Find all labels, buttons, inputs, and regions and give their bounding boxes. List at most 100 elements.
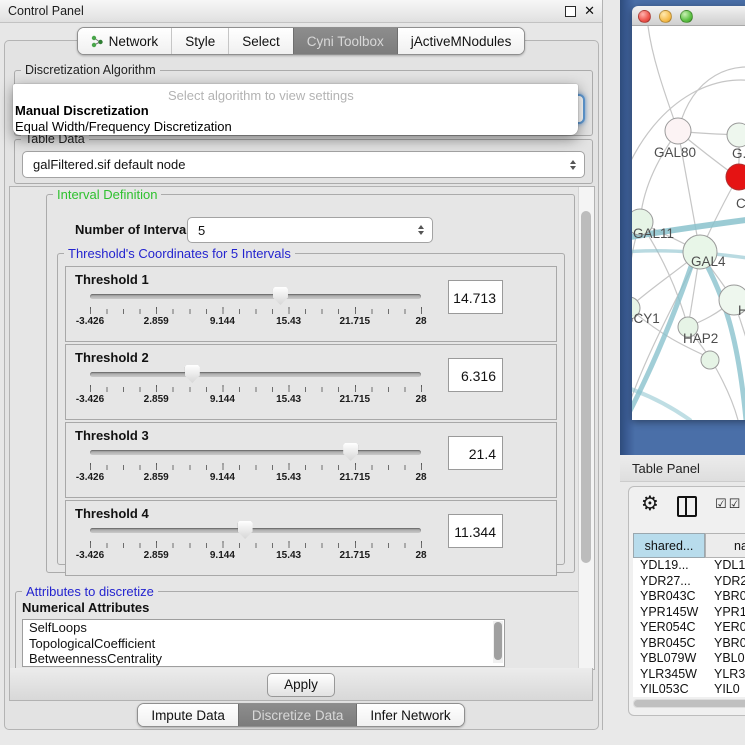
cell[interactable]: YER054C	[633, 620, 705, 636]
cell[interactable]: YDR2	[705, 574, 745, 590]
table-toolbar: ⚙ ☑☑	[629, 487, 745, 525]
column-header-name[interactable]: na	[705, 533, 745, 558]
control-panel-window: Control Panel ✕ Network Style Select Cyn…	[0, 0, 603, 730]
tab-cyni-toolbox[interactable]: Cyni Toolbox	[293, 28, 397, 54]
list-item[interactable]: SelfLoops	[29, 620, 504, 636]
slider-track[interactable]	[90, 450, 421, 455]
panel-title: Control Panel	[8, 4, 84, 18]
table-row[interactable]: YLR345WYLR3	[633, 667, 745, 683]
cell[interactable]: YBR0	[705, 636, 745, 652]
dropdown-item-equal-width[interactable]: Equal Width/Frequency Discretization	[15, 119, 232, 134]
threshold-value-field[interactable]: 14.713	[448, 280, 503, 314]
tab-select[interactable]: Select	[228, 28, 293, 54]
network-window-titlebar[interactable]	[632, 6, 745, 26]
scrollbar-thumb[interactable]	[581, 211, 591, 563]
settings-vertical-scrollbar[interactable]	[578, 187, 594, 669]
tab-discretize-data[interactable]: Discretize Data	[238, 704, 357, 726]
tick-label: 9.144	[210, 472, 235, 483]
cell[interactable]: YLR3	[705, 667, 745, 683]
threshold-value-field[interactable]: 21.4	[448, 436, 503, 470]
cell[interactable]: YIL053C	[633, 682, 705, 697]
number-of-intervals-combobox[interactable]: 5	[187, 217, 433, 243]
tab-network[interactable]: Network	[78, 28, 172, 54]
tick-label: -3.426	[76, 394, 104, 405]
tab-jactivemnodules[interactable]: jActiveMNodules	[397, 28, 525, 54]
list-item[interactable]: TopologicalCoefficient	[29, 636, 504, 652]
tick-label: 2.859	[144, 394, 169, 405]
threshold-slider[interactable]: -3.426 2.859 9.144 15.43 21.715 28	[90, 289, 421, 337]
slider-thumb[interactable]	[238, 521, 253, 539]
threshold-slider[interactable]: -3.426 2.859 9.144 15.43 21.715 28	[90, 523, 421, 571]
cell[interactable]: YER0	[705, 620, 745, 636]
threshold-slider[interactable]: -3.426 2.859 9.144 15.43 21.715 28	[90, 367, 421, 415]
threshold-slider[interactable]: -3.426 2.859 9.144 15.43 21.715 28	[90, 445, 421, 493]
group-title: Attributes to discretize	[22, 584, 158, 599]
threshold-card: Threshold 2 -3.426 2.859 9.144 15.43	[65, 344, 557, 420]
network-window: GAL80 G. C GAL11 GAL4 GCY1 H HAP2	[632, 6, 745, 420]
table-row[interactable]: YBL079WYBL0	[633, 651, 745, 667]
table-row[interactable]: YER054CYER0	[633, 620, 745, 636]
numerical-attributes-list[interactable]: SelfLoops TopologicalCoefficient Between…	[22, 619, 505, 667]
zoom-traffic-light-icon[interactable]	[680, 10, 693, 23]
table-row[interactable]: YDR27...YDR2	[633, 574, 745, 590]
slider-thumb[interactable]	[273, 287, 288, 305]
tick-label: -3.426	[76, 316, 104, 327]
threshold-value-field[interactable]: 6.316	[448, 358, 503, 392]
gear-icon[interactable]: ⚙	[641, 491, 659, 516]
tab-label: jActiveMNodules	[411, 34, 512, 49]
cell[interactable]: YPR1	[705, 605, 745, 621]
table-panel-header[interactable]: Table Panel	[620, 455, 745, 482]
table-row[interactable]: YBR045CYBR0	[633, 636, 745, 652]
cell[interactable]: YDL19...	[633, 558, 705, 574]
select-columns-checkbox-icons[interactable]: ☑☑	[715, 496, 742, 512]
slider-track[interactable]	[90, 294, 421, 299]
control-panel-titlebar[interactable]: Control Panel ✕	[0, 0, 602, 23]
table-horizontal-scrollbar[interactable]	[633, 699, 745, 708]
dropdown-item-manual-discretization[interactable]: Manual Discretization	[15, 103, 149, 118]
cell[interactable]: YBL0	[705, 651, 745, 667]
tab-impute-data[interactable]: Impute Data	[138, 704, 238, 726]
cell[interactable]: YPR145W	[633, 605, 705, 621]
footer-bar: Apply	[9, 668, 593, 701]
table-rows: YDL19...YDL1 YDR27...YDR2 YBR043CYBR0 YP…	[633, 558, 745, 697]
column-header-shared-name[interactable]: shared...	[633, 533, 705, 558]
float-window-icon[interactable]	[565, 6, 576, 17]
network-canvas[interactable]: GAL80 G. C GAL11 GAL4 GCY1 H HAP2	[632, 26, 745, 420]
tick-label: 28	[415, 550, 426, 561]
cell[interactable]: YBL079W	[633, 651, 705, 667]
table-row[interactable]: YPR145WYPR1	[633, 605, 745, 621]
scrollbar-thumb[interactable]	[494, 622, 502, 660]
cell[interactable]: YLR345W	[633, 667, 705, 683]
tick-label: -3.426	[76, 550, 104, 561]
slider-track[interactable]	[90, 528, 421, 533]
slider-ticks	[90, 543, 422, 548]
table-row[interactable]: YBR043CYBR0	[633, 589, 745, 605]
cell[interactable]: YDL1	[705, 558, 745, 574]
list-scrollbar[interactable]	[493, 621, 503, 663]
table-row[interactable]: YIL053CYIL0	[633, 682, 745, 697]
minimize-traffic-light-icon[interactable]	[659, 10, 672, 23]
cell[interactable]: YBR045C	[633, 636, 705, 652]
cell[interactable]: YDR27...	[633, 574, 705, 590]
cell[interactable]: YBR0	[705, 589, 745, 605]
tab-style[interactable]: Style	[171, 28, 228, 54]
chevron-down-icon	[570, 166, 576, 170]
network-graph: GAL80 G. C GAL11 GAL4 GCY1 H HAP2	[632, 26, 745, 420]
slider-thumb[interactable]	[343, 443, 358, 461]
table-panel: Table Panel ⚙ ☑☑ shared... na YDL19...YD…	[620, 455, 745, 745]
close-traffic-light-icon[interactable]	[638, 10, 651, 23]
apply-button[interactable]: Apply	[267, 673, 335, 697]
table-data-combobox[interactable]: galFiltered.sif default node	[22, 151, 585, 178]
slider-thumb[interactable]	[185, 365, 200, 383]
close-icon[interactable]: ✕	[584, 3, 595, 19]
scrollbar-thumb[interactable]	[634, 700, 745, 707]
threshold-value-field[interactable]: 11.344	[448, 514, 503, 548]
slider-scale: -3.426 2.859 9.144 15.43 21.715 28	[90, 316, 421, 330]
tab-infer-network[interactable]: Infer Network	[356, 704, 463, 726]
list-item[interactable]: BetweennessCentrality	[29, 651, 504, 667]
cell[interactable]: YBR043C	[633, 589, 705, 605]
cell[interactable]: YIL0	[705, 682, 745, 697]
table-row[interactable]: YDL19...YDL1	[633, 558, 745, 574]
split-view-icon[interactable]	[677, 496, 697, 517]
slider-track[interactable]	[90, 372, 421, 377]
